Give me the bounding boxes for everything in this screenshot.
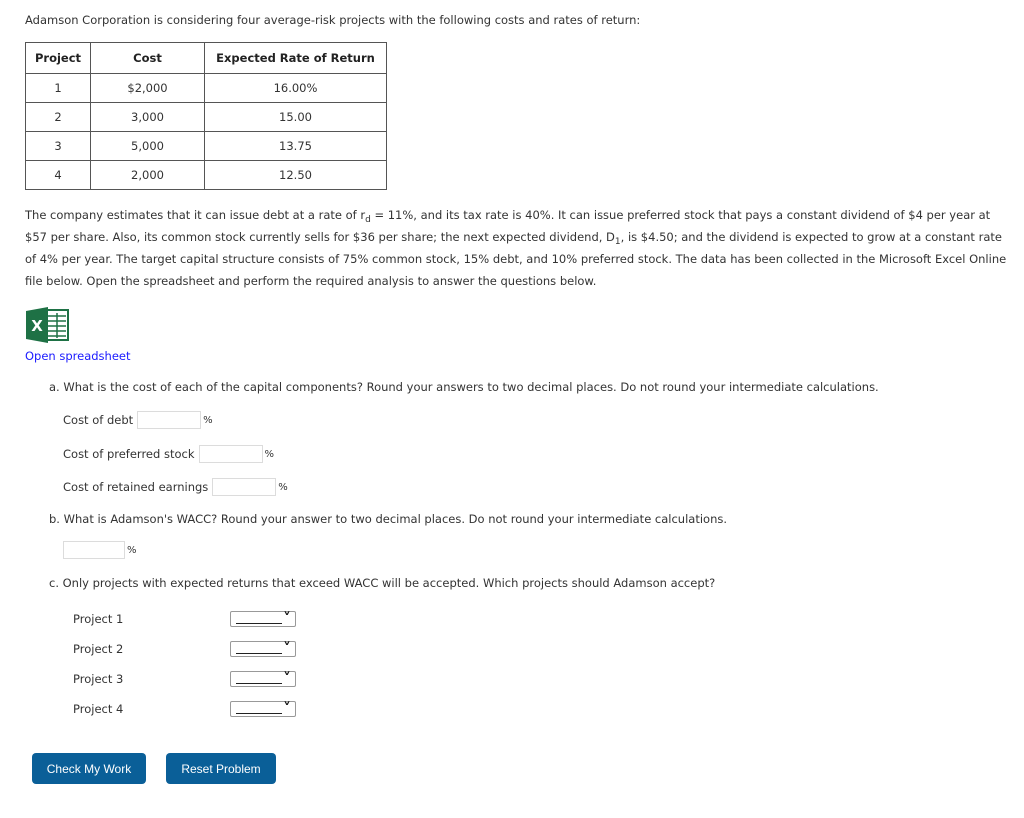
table-row: 1 $2,000 16.00%: [25, 73, 387, 103]
chevron-down-icon: ˅: [283, 699, 291, 718]
chevron-down-icon: ˅: [283, 609, 291, 628]
cost-of-retained-input[interactable]: [212, 478, 277, 496]
project-4-select[interactable]: ˅: [230, 699, 296, 718]
select-placeholder: [236, 683, 282, 684]
project-3-select[interactable]: ˅: [230, 669, 296, 688]
project-1-label: Project 1: [73, 612, 124, 626]
svg-text:X: X: [31, 317, 43, 335]
check-my-work-button[interactable]: Check My Work: [32, 753, 146, 784]
project-2-label: Project 2: [73, 642, 124, 656]
cell-cost: 5,000: [90, 131, 205, 161]
cost-of-debt-label: Cost of debt: [63, 413, 134, 427]
cell-project: 4: [25, 160, 91, 190]
project-1-select[interactable]: ˅: [230, 609, 296, 628]
cost-of-preferred-field: Cost of preferred stock %: [63, 445, 274, 463]
percent-sign: %: [264, 448, 275, 460]
wacc-input[interactable]: [63, 541, 125, 559]
header-cost: Cost: [90, 42, 205, 74]
problem-description: The company estimates that it can issue …: [25, 204, 1010, 292]
table-header-row: Project Cost Expected Rate of Return: [25, 42, 387, 74]
cell-cost: $2,000: [90, 73, 205, 103]
cell-cost: 2,000: [90, 160, 205, 190]
cell-project: 1: [25, 73, 91, 103]
cell-return: 13.75: [204, 131, 387, 161]
cost-of-retained-label: Cost of retained earnings: [63, 480, 209, 494]
wacc-field: %: [63, 541, 137, 559]
cost-of-debt-input[interactable]: [137, 411, 202, 429]
cell-return: 12.50: [204, 160, 387, 190]
question-c-text: c. Only projects with expected returns t…: [49, 576, 716, 590]
cost-of-preferred-input[interactable]: [198, 445, 263, 463]
header-return: Expected Rate of Return: [204, 42, 387, 74]
chevron-down-icon: ˅: [283, 639, 291, 658]
percent-sign: %: [203, 414, 213, 426]
header-project: Project: [25, 42, 91, 74]
select-placeholder: [236, 713, 282, 714]
description-part: The company estimates that it can issue …: [25, 208, 366, 222]
question-a-text: a. What is the cost of each of the capit…: [49, 380, 879, 394]
reset-problem-button[interactable]: Reset Problem: [166, 753, 276, 784]
cell-project: 3: [25, 131, 91, 161]
question-b-text: b. What is Adamson's WACC? Round your an…: [49, 512, 728, 526]
table-row: 3 5,000 13.75: [25, 131, 387, 161]
cell-project: 2: [25, 102, 91, 132]
excel-icon[interactable]: X: [26, 307, 70, 343]
cost-of-retained-field: Cost of retained earnings %: [63, 478, 288, 496]
table-row: 2 3,000 15.00: [25, 102, 387, 132]
table-row: 4 2,000 12.50: [25, 160, 387, 190]
select-placeholder: [236, 623, 282, 624]
cell-cost: 3,000: [90, 102, 205, 132]
project-4-label: Project 4: [73, 702, 124, 716]
cost-of-preferred-label: Cost of preferred stock: [63, 447, 195, 461]
percent-sign: %: [127, 544, 137, 556]
select-placeholder: [236, 653, 282, 654]
chevron-down-icon: ˅: [283, 669, 291, 688]
project-2-select[interactable]: ˅: [230, 639, 296, 658]
cell-return: 16.00%: [204, 73, 387, 103]
problem-intro: Adamson Corporation is considering four …: [25, 13, 641, 27]
project-3-label: Project 3: [73, 672, 124, 686]
percent-sign: %: [278, 481, 288, 493]
cost-of-debt-field: Cost of debt %: [63, 411, 213, 429]
open-spreadsheet-link[interactable]: Open spreadsheet: [25, 349, 131, 363]
cell-return: 15.00: [204, 102, 387, 132]
projects-table: Project Cost Expected Rate of Return 1 $…: [25, 42, 387, 190]
